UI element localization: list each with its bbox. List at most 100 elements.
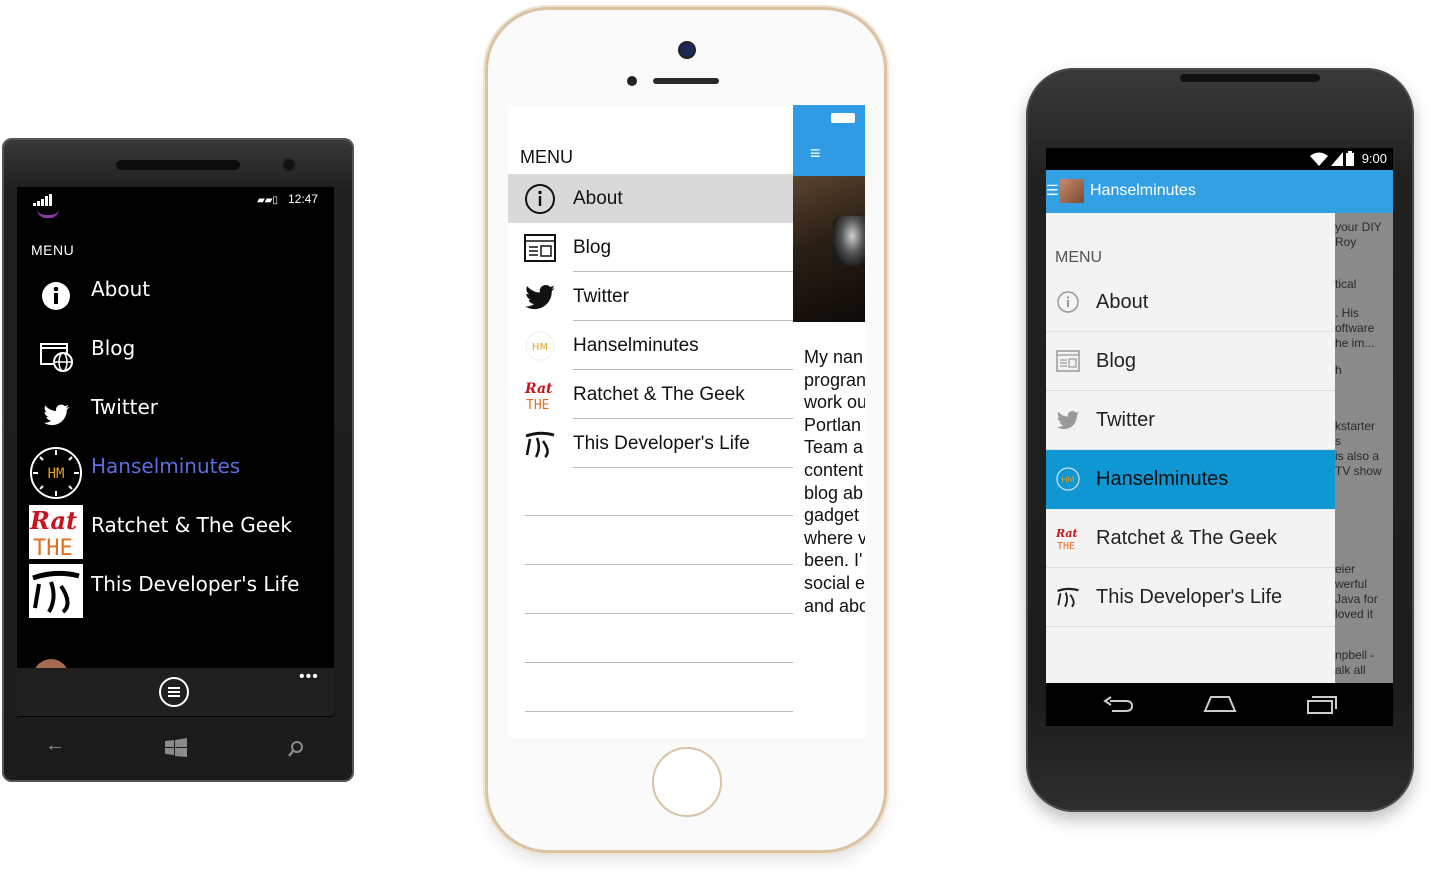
detail-pane: ≡ My nan progran work ou Portlan Team a … [793,105,865,737]
menu-item-about[interactable]: About [29,269,329,328]
menu-item-twitter[interactable]: Twitter [1046,391,1335,450]
bg-text: alk all [1335,663,1366,677]
hamburger-icon[interactable]: ≡ [810,143,821,164]
menu-item-twitter[interactable]: Twitter [508,272,793,321]
recent-apps-icon[interactable] [1306,693,1338,715]
windows-start-icon[interactable] [165,738,187,758]
menu-item-developers-life[interactable]: This Developer's Life [508,419,793,468]
earpiece [1180,74,1320,82]
app-icon-avatar[interactable] [1060,179,1084,203]
hanselminutes-logo: HM [30,447,82,499]
bg-text: he im... [1335,336,1375,350]
android-screen: 9:00 ☰ Hanselminutes your DIY Roy tical … [1046,148,1393,726]
menu-heading: MENU [31,242,75,258]
menu-item-about[interactable]: About [508,174,793,223]
menu-item-label: Hanselminutes [1096,468,1229,490]
menu-item-blog[interactable]: Blog [508,223,793,272]
svg-text:THE: THE [33,536,73,559]
proximity-sensor [627,76,637,86]
menu-item-ratchet[interactable]: Rat THE Ratchet & The Geek [1046,509,1335,568]
svg-text:THE: THE [1057,541,1075,550]
svg-text:Rat: Rat [524,381,553,397]
menu-item-developers-life[interactable]: This Developer's Life [1046,568,1335,627]
menu-heading: MENU [1055,249,1103,266]
twitter-bird-icon [1056,411,1080,430]
earpiece [653,78,719,84]
menu-item-ratchet[interactable]: Rat THE Ratchet & The Geek [508,370,793,419]
earpiece [116,160,240,170]
menu-item-label: Twitter [91,395,159,419]
menu-item-label: Ratchet & The Geek [573,384,745,405]
system-nav-bar [1046,683,1393,726]
bg-text: eier [1335,562,1356,576]
home-button[interactable] [652,747,722,817]
menu-item-ratchet[interactable]: Rat THE Ratchet & The Geek [29,505,329,564]
menu-item-label: Blog [573,237,612,258]
menu-item-twitter[interactable]: Twitter [29,387,329,446]
side-menu: MENU About Blog Twitter HM Hanselminutes… [508,105,793,737]
svg-text:HM: HM [1062,476,1075,485]
menu-item-label: Twitter [1096,409,1155,431]
bg-text: s [1335,434,1341,448]
status-bar: 9:00 [1046,148,1393,170]
info-icon [1057,291,1079,313]
wifi-icon [1310,152,1328,166]
menu-item-blog[interactable]: Blog [29,328,329,387]
windows-phone-screen: ▰▰▯ 12:47 MENU About Blog Twitter HM Han… [17,187,334,717]
bg-text: . His [1335,306,1359,320]
status-time: 9:00 [1361,151,1387,166]
search-icon[interactable] [287,740,305,758]
nav-bar: ≡ [793,105,865,176]
svg-text:Rat: Rat [1056,527,1078,540]
menu-item-developers-life[interactable]: This Developer's Life [29,564,329,623]
menu-item-label: About [1096,291,1149,313]
drawer-indicator-icon[interactable]: ☰ [1046,182,1059,199]
ratchet-logo: Rat THE [1056,527,1078,550]
more-options-button[interactable]: ••• [299,668,319,686]
iphone-screen: MENU About Blog Twitter HM Hanselminutes… [508,105,865,737]
menu-item-label: Hanselminutes [91,454,241,478]
action-bar: ☰ Hanselminutes [1046,170,1393,213]
battery-icon [831,113,855,123]
menu-item-label: Hanselminutes [573,335,699,356]
info-icon [525,184,555,214]
menu-item-hanselminutes[interactable]: HM Hanselminutes [29,446,329,505]
signal-icon [33,194,52,206]
battery-icon [1346,151,1354,166]
menu-item-label: About [573,188,623,209]
home-icon[interactable] [1203,695,1237,713]
twitter-bird-icon [44,404,70,426]
back-arrow-icon[interactable]: ← [45,734,65,757]
bg-text: Roy [1335,235,1357,249]
developers-life-logo [29,564,83,618]
menu-item-label: Ratchet & The Geek [91,513,292,537]
menu-item-hanselminutes[interactable]: HM Hanselminutes [1046,450,1335,509]
empty-row-divider [525,662,793,663]
developers-life-logo [525,431,555,458]
menu-item-about[interactable]: About [1046,273,1335,332]
hardware-nav-bar: ← [17,720,334,775]
menu-heading: MENU [520,147,573,167]
divider [573,467,793,468]
menu-item-label: This Developer's Life [1096,586,1283,608]
blog-window-icon [1056,350,1080,372]
front-camera [680,43,694,57]
signal-icon [1331,152,1343,166]
menu-item-hanselminutes[interactable]: HM Hanselminutes [508,321,793,370]
menu-item-blog[interactable]: Blog [1046,332,1335,391]
header-photo [793,176,865,322]
bg-text: kstarter [1335,419,1376,433]
blog-window-icon [524,234,556,262]
bg-text: werful [1335,577,1368,591]
menu-item-label: Twitter [573,286,629,307]
bg-text: loved it [1335,607,1374,621]
svg-text:THE: THE [526,398,549,411]
back-icon[interactable] [1102,695,1134,715]
hamburger-icon [168,687,180,697]
bg-text: npbell - [1335,648,1375,662]
developers-life-logo [1057,587,1079,608]
bg-text: your DIY [1335,220,1382,234]
menu-item-label: Ratchet & The Geek [1096,527,1277,549]
hamburger-menu-button[interactable] [159,677,189,707]
about-text: My nan progran work ou Portlan Team a co… [804,347,865,616]
